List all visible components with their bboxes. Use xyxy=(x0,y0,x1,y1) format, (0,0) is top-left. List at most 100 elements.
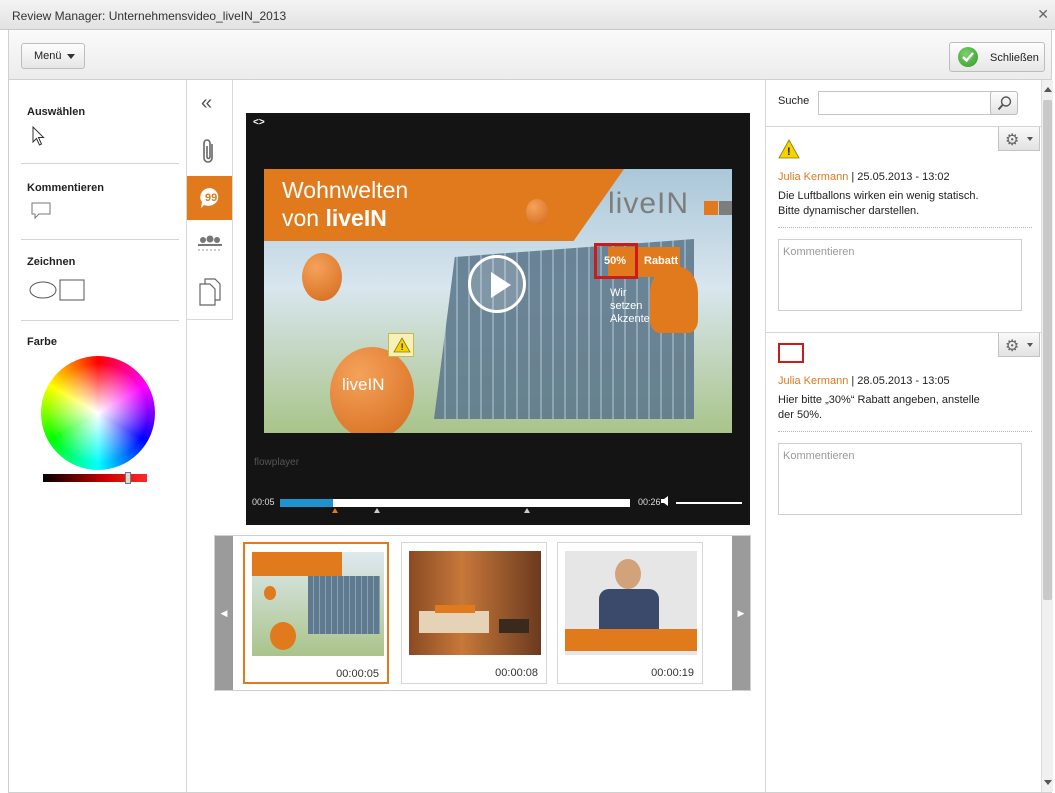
view-switcher: « 99 xyxy=(187,80,233,320)
comment-author: Julia Kermann | 25.05.2013 - 13:02 xyxy=(778,171,950,183)
chevron-down-icon xyxy=(1027,137,1033,141)
main-area: Auswählen Kommentieren Zeichnen Farbe « xyxy=(8,80,1053,793)
tool-panel: Auswählen Kommentieren Zeichnen Farbe xyxy=(9,80,187,792)
search-button[interactable] xyxy=(990,91,1018,115)
gear-icon: ⚙ xyxy=(1005,338,1020,355)
ellipse-icon[interactable] xyxy=(29,280,57,303)
headline-line2: von liveIN xyxy=(282,205,387,232)
video-player[interactable]: <> Wohnwelten von liveIN liveIN 50% Raba… xyxy=(246,113,750,525)
thumbnail-time: 00:00:08 xyxy=(495,667,538,679)
checkmark-icon xyxy=(958,47,978,67)
comment-options-button[interactable]: ⚙ xyxy=(998,333,1040,357)
thumbnail-item[interactable]: 00:00:05 xyxy=(243,542,389,684)
comment-item: ⚙ Julia Kermann | 28.05.2013 - 13:05 Hie… xyxy=(766,332,1044,532)
reply-field[interactable] xyxy=(778,239,1022,311)
search-icon xyxy=(997,96,1012,111)
divider xyxy=(21,239,179,240)
thumbnail-item[interactable]: 00:00:08 xyxy=(401,542,547,684)
title-bar: Review Manager: Unternehmensvideo_liveIN… xyxy=(0,0,1055,30)
quote-bubble-icon: 99 xyxy=(200,188,219,208)
divider xyxy=(778,431,1032,432)
documents-button[interactable] xyxy=(187,270,232,314)
rectangle-icon[interactable] xyxy=(59,279,85,304)
svg-text:99: 99 xyxy=(205,192,217,204)
scroll-up-icon[interactable] xyxy=(1044,87,1052,92)
comment-author: Julia Kermann | 28.05.2013 - 13:05 xyxy=(778,375,950,387)
comments-view-button[interactable]: 99 xyxy=(187,176,232,220)
scrollbar-thumb[interactable] xyxy=(1043,100,1052,600)
arrow-left-icon: ◀ xyxy=(220,608,228,618)
toolbar: Menü Schließen xyxy=(8,30,1052,80)
current-time: 00:05 xyxy=(252,497,275,507)
menu-button-label: Menü xyxy=(34,50,62,62)
pointer-icon[interactable] xyxy=(31,125,45,149)
thumbnail-time: 00:00:19 xyxy=(651,667,694,679)
chevron-down-icon xyxy=(1027,343,1033,347)
rectangle-marker-icon xyxy=(778,343,804,363)
volume-slider[interactable] xyxy=(676,502,742,504)
seek-bar[interactable] xyxy=(280,499,630,507)
comment-text-line2: Bitte dynamischer darstellen. xyxy=(778,205,920,217)
carousel-next-button[interactable]: ▶ xyxy=(732,536,750,690)
menu-button[interactable]: Menü xyxy=(21,43,85,69)
attachments-button[interactable] xyxy=(187,130,232,174)
window-close-icon[interactable]: ✕ xyxy=(1037,6,1049,23)
headline-line2-prefix: von xyxy=(282,205,326,231)
scroll-down-icon[interactable] xyxy=(1044,780,1052,785)
headline-line1: Wohnwelten xyxy=(282,177,409,203)
annotation-warning-marker[interactable]: ! xyxy=(388,333,414,357)
comment-date: | 28.05.2013 - 13:05 xyxy=(851,375,950,387)
close-button-label: Schließen xyxy=(990,52,1039,64)
search-input[interactable] xyxy=(818,91,1016,115)
copy-documents-icon xyxy=(199,278,221,306)
end-time: 00:26 xyxy=(638,497,661,507)
arrow-right-icon: ▶ xyxy=(737,608,745,618)
svg-text:!: ! xyxy=(401,342,404,352)
comment-date: | 25.05.2013 - 13:02 xyxy=(851,171,950,183)
brightness-slider[interactable] xyxy=(43,472,147,484)
comment-options-button[interactable]: ⚙ xyxy=(998,127,1040,151)
color-section-title: Farbe xyxy=(27,336,57,348)
reply-field[interactable] xyxy=(778,443,1022,515)
balloon-logo: liveIN xyxy=(342,375,385,394)
comment-marker[interactable] xyxy=(332,508,338,513)
collapse-button[interactable]: « xyxy=(187,82,232,126)
headline-brand: liveIN xyxy=(325,205,387,231)
paperclip-icon xyxy=(203,139,213,163)
warning-icon: ! xyxy=(393,337,411,353)
comment-marker[interactable] xyxy=(524,508,530,513)
thumbnail-time: 00:00:05 xyxy=(336,668,379,680)
volume-icon[interactable] xyxy=(660,495,672,510)
select-section-title: Auswählen xyxy=(27,106,86,118)
comment-text-line1: Die Luftballons wirken ein wenig statisc… xyxy=(778,190,979,202)
expand-arrows-icon[interactable]: <> xyxy=(253,117,265,128)
thumbnail-image xyxy=(565,551,697,655)
chair-image xyxy=(650,267,698,333)
brand-logo: liveIN xyxy=(608,187,690,220)
comment-marker[interactable] xyxy=(374,508,380,513)
thumbnail-image xyxy=(252,552,384,656)
carousel-prev-button[interactable]: ◀ xyxy=(215,536,233,690)
window-title: Review Manager: Unternehmensvideo_liveIN… xyxy=(12,9,287,23)
balloon-image xyxy=(302,253,342,301)
annotation-rectangle[interactable] xyxy=(594,243,638,279)
thumbnail-item[interactable]: 00:00:19 xyxy=(557,542,703,684)
comment-item: ⚙ ! Julia Kermann | 25.05.2013 - 13:02 D… xyxy=(766,126,1044,332)
balloon-image xyxy=(526,199,548,225)
slider-handle[interactable] xyxy=(125,472,131,484)
flowplayer-watermark: flowplayer xyxy=(254,457,300,468)
seek-progress xyxy=(280,499,333,507)
video-frame: Wohnwelten von liveIN liveIN 50% Rabatt … xyxy=(264,169,732,433)
comments-scrollbar[interactable] xyxy=(1041,80,1053,792)
users-icon xyxy=(198,235,222,251)
close-button[interactable]: Schließen xyxy=(949,42,1045,72)
participants-button[interactable] xyxy=(187,224,232,268)
play-button[interactable] xyxy=(468,255,526,313)
promo-label: Rabatt xyxy=(644,255,679,267)
thumbnail-carousel: ◀ 00:00:05 00:00:08 00:00:19 ▶ xyxy=(214,535,751,691)
search-label: Suche xyxy=(778,95,810,107)
color-wheel[interactable] xyxy=(41,356,155,470)
comment-bubble-icon[interactable] xyxy=(31,202,51,223)
thumbnail-image xyxy=(409,551,541,655)
brand-square xyxy=(719,201,732,215)
